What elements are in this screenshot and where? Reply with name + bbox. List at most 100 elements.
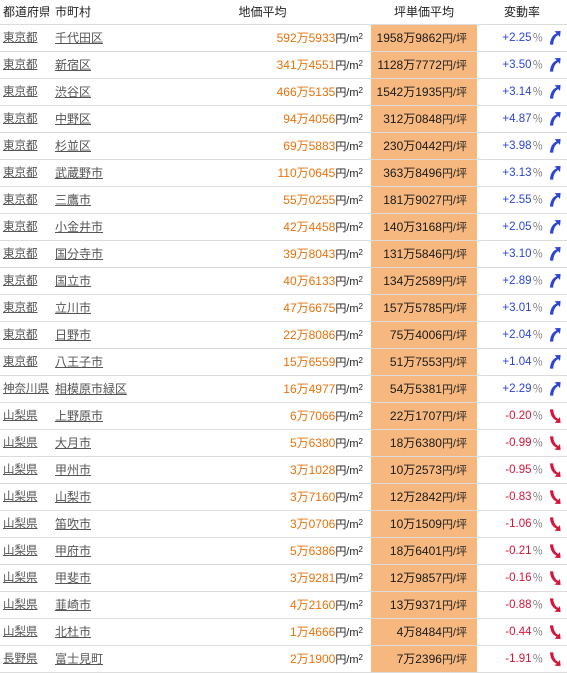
municipality-link[interactable]: 山梨市 bbox=[55, 490, 91, 504]
price-sqm-value: 16万4977 bbox=[283, 382, 336, 396]
cell-price-sqm: 2万1900円/m2 bbox=[154, 645, 371, 673]
price-tsubo-value: 1542万1935 bbox=[376, 84, 442, 99]
unit-tsubo: 円/坪 bbox=[441, 491, 467, 504]
cell-price-sqm: 3万0706円/m2 bbox=[154, 510, 371, 538]
prefecture-link[interactable]: 東京都 bbox=[3, 302, 38, 314]
unit-sqm: 円/m2 bbox=[335, 275, 363, 288]
prefecture-link[interactable]: 東京都 bbox=[3, 356, 38, 368]
cell-price-sqm: 5万6380円/m2 bbox=[154, 429, 371, 457]
percent-sign: ％ bbox=[532, 491, 544, 503]
municipality-link[interactable]: 千代田区 bbox=[55, 31, 103, 45]
cell-change-rate: -1.91％ bbox=[477, 645, 567, 673]
cell-change-rate: +3.14％ bbox=[477, 78, 567, 106]
municipality-link[interactable]: 相模原市緑区 bbox=[55, 382, 127, 396]
prefecture-link[interactable]: 山梨県 bbox=[3, 518, 38, 530]
change-rate-value: -0.95 bbox=[505, 464, 532, 476]
cell-price-sqm: 6万7066円/m2 bbox=[154, 402, 371, 430]
municipality-link[interactable]: 日野市 bbox=[55, 328, 91, 342]
price-tsubo-value: 13万9371 bbox=[389, 597, 442, 612]
prefecture-link[interactable]: 山梨県 bbox=[3, 572, 38, 584]
municipality-link[interactable]: 三鷹市 bbox=[55, 193, 91, 207]
prefecture-link[interactable]: 山梨県 bbox=[3, 599, 38, 611]
prefecture-link[interactable]: 東京都 bbox=[3, 113, 38, 125]
cell-change-rate: -0.83％ bbox=[477, 483, 567, 511]
cell-price-sqm: 466万5135円/m2 bbox=[154, 78, 371, 106]
arrow-up-right-icon bbox=[548, 138, 562, 154]
municipality-link[interactable]: 国立市 bbox=[55, 274, 91, 288]
cell-prefecture: 山梨県 bbox=[0, 402, 49, 430]
unit-sqm: 円/m2 bbox=[335, 410, 363, 423]
percent-sign: ％ bbox=[532, 275, 544, 287]
prefecture-link[interactable]: 東京都 bbox=[3, 167, 38, 179]
cell-price-tsubo: 363万8496円/坪 bbox=[371, 159, 477, 187]
price-sqm-value: 3万9281 bbox=[289, 571, 336, 585]
change-rate-value: +3.14 bbox=[502, 86, 532, 98]
prefecture-link[interactable]: 東京都 bbox=[3, 275, 38, 287]
cell-price-sqm: 110万0645円/m2 bbox=[154, 159, 371, 187]
municipality-link[interactable]: 八王子市 bbox=[55, 355, 103, 369]
percent-sign: ％ bbox=[532, 464, 544, 476]
unit-tsubo: 円/坪 bbox=[441, 410, 467, 423]
prefecture-link[interactable]: 東京都 bbox=[3, 140, 38, 152]
price-sqm-value: 5万6380 bbox=[289, 436, 336, 450]
price-sqm-value: 40万6133 bbox=[283, 274, 336, 288]
cell-price-tsubo: 4万8484円/坪 bbox=[371, 618, 477, 646]
cell-price-sqm: 94万4056円/m2 bbox=[154, 105, 371, 133]
cell-price-sqm: 39万8043円/m2 bbox=[154, 240, 371, 268]
municipality-link[interactable]: 武蔵野市 bbox=[55, 166, 103, 180]
change-rate-value: +3.50 bbox=[502, 59, 532, 71]
prefecture-link[interactable]: 東京都 bbox=[3, 194, 38, 206]
unit-sqm: 円/m2 bbox=[335, 248, 363, 261]
arrow-up-right-icon bbox=[548, 219, 562, 235]
prefecture-link[interactable]: 山梨県 bbox=[3, 410, 38, 422]
municipality-link[interactable]: 中野区 bbox=[55, 112, 91, 126]
table-row: 東京都 八王子市 15万6559円/m2 51万7553円/坪 +1.04％ bbox=[0, 348, 567, 376]
municipality-link[interactable]: 新宿区 bbox=[55, 58, 91, 72]
prefecture-link[interactable]: 東京都 bbox=[3, 59, 38, 71]
municipality-link[interactable]: 富士見町 bbox=[55, 652, 103, 666]
price-tsubo-value: 22万1707 bbox=[389, 408, 442, 423]
prefecture-link[interactable]: 山梨県 bbox=[3, 437, 38, 449]
change-rate-value: -1.91 bbox=[505, 653, 532, 665]
municipality-link[interactable]: 国分寺市 bbox=[55, 247, 103, 261]
cell-prefecture: 長野県 bbox=[0, 645, 49, 673]
cell-price-tsubo: 10万1509円/坪 bbox=[371, 510, 477, 538]
prefecture-link[interactable]: 山梨県 bbox=[3, 491, 38, 503]
arrow-up-right-icon bbox=[548, 30, 562, 46]
percent-sign: ％ bbox=[532, 356, 544, 368]
prefecture-link[interactable]: 神奈川県 bbox=[3, 383, 49, 395]
municipality-link[interactable]: 甲府市 bbox=[55, 544, 91, 558]
unit-sqm: 円/m2 bbox=[335, 572, 363, 585]
prefecture-link[interactable]: 山梨県 bbox=[3, 626, 38, 638]
cell-price-sqm: 1万4666円/m2 bbox=[154, 618, 371, 646]
cell-price-sqm: 3万7160円/m2 bbox=[154, 483, 371, 511]
column-header-municipality: 市町村 bbox=[49, 0, 154, 25]
municipality-link[interactable]: 韮崎市 bbox=[55, 598, 91, 612]
unit-sqm: 円/m2 bbox=[335, 356, 363, 369]
prefecture-link[interactable]: 東京都 bbox=[3, 221, 38, 233]
cell-municipality: 国分寺市 bbox=[49, 240, 154, 268]
municipality-link[interactable]: 上野原市 bbox=[55, 409, 103, 423]
cell-change-rate: +3.01％ bbox=[477, 294, 567, 322]
prefecture-link[interactable]: 山梨県 bbox=[3, 464, 38, 476]
cell-price-sqm: 15万6559円/m2 bbox=[154, 348, 371, 376]
cell-municipality: 杉並区 bbox=[49, 132, 154, 160]
prefecture-link[interactable]: 長野県 bbox=[3, 653, 38, 665]
municipality-link[interactable]: 立川市 bbox=[55, 301, 91, 315]
prefecture-link[interactable]: 山梨県 bbox=[3, 545, 38, 557]
change-rate-value: -1.06 bbox=[505, 518, 532, 530]
municipality-link[interactable]: 甲斐市 bbox=[55, 571, 91, 585]
prefecture-link[interactable]: 東京都 bbox=[3, 248, 38, 260]
unit-sqm: 円/m2 bbox=[335, 59, 363, 72]
municipality-link[interactable]: 笛吹市 bbox=[55, 517, 91, 531]
prefecture-link[interactable]: 東京都 bbox=[3, 32, 38, 44]
municipality-link[interactable]: 北杜市 bbox=[55, 625, 91, 639]
prefecture-link[interactable]: 東京都 bbox=[3, 329, 38, 341]
municipality-link[interactable]: 渋谷区 bbox=[55, 85, 91, 99]
municipality-link[interactable]: 杉並区 bbox=[55, 139, 91, 153]
municipality-link[interactable]: 小金井市 bbox=[55, 220, 103, 234]
municipality-link[interactable]: 甲州市 bbox=[55, 463, 91, 477]
municipality-link[interactable]: 大月市 bbox=[55, 436, 91, 450]
prefecture-link[interactable]: 東京都 bbox=[3, 86, 38, 98]
arrow-down-right-icon bbox=[548, 570, 562, 586]
